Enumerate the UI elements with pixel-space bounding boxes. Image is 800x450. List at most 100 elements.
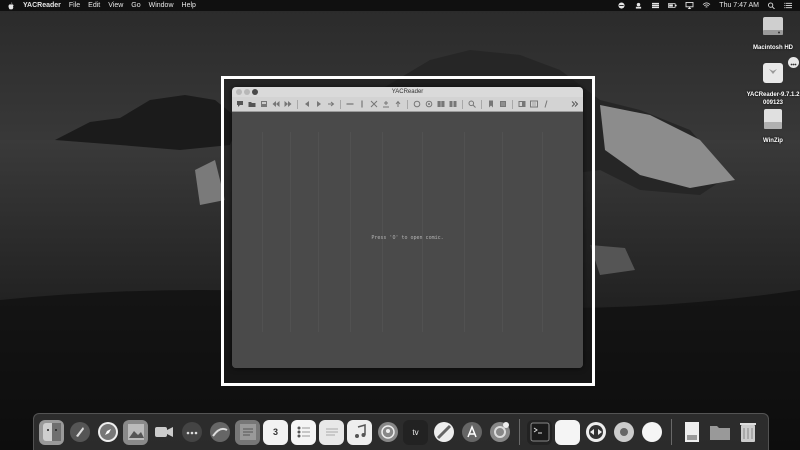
- facetime-icon[interactable]: [151, 420, 176, 445]
- open-comic-icon[interactable]: [235, 99, 245, 109]
- calendar-icon[interactable]: 3: [263, 419, 288, 445]
- open-next-comic-icon[interactable]: [283, 99, 293, 109]
- photo-viewer-icon[interactable]: [123, 419, 148, 445]
- open-previous-comic-icon[interactable]: [271, 99, 281, 109]
- menu-edit[interactable]: Edit: [88, 0, 100, 11]
- podcasts-icon[interactable]: [375, 420, 400, 445]
- bookmarks-list-icon[interactable]: [498, 99, 508, 109]
- desktop-icon-label: Macintosh HD: [752, 45, 793, 51]
- toolbar-separator: [407, 99, 408, 109]
- disk-image-icon: [763, 63, 783, 83]
- go-to-page-icon[interactable]: [326, 99, 336, 109]
- desktop-icon-winzip[interactable]: WinZip: [733, 106, 800, 145]
- rotate-right-icon[interactable]: [424, 99, 434, 109]
- app-store-icon[interactable]: [459, 420, 484, 445]
- chrome-icon[interactable]: [611, 420, 636, 445]
- menu-go[interactable]: Go: [131, 0, 140, 11]
- shortcuts-icon[interactable]: [529, 99, 539, 109]
- spotlight-search-icon[interactable]: [767, 2, 776, 9]
- viewer-texture: [350, 132, 351, 332]
- viewer-texture: [318, 132, 319, 332]
- minimize-window-button[interactable]: [244, 89, 250, 95]
- viewer-texture: [464, 132, 465, 332]
- preview-icon[interactable]: [555, 419, 580, 445]
- messages-icon[interactable]: [179, 420, 204, 445]
- viewer-texture: [290, 132, 291, 332]
- zoom-out-icon[interactable]: [393, 99, 403, 109]
- hard-drive-icon: [763, 17, 783, 35]
- toolbar-separator: [481, 99, 482, 109]
- notification-center-icon[interactable]: [784, 2, 793, 9]
- fit-width-icon[interactable]: [345, 99, 355, 109]
- comic-viewer-area[interactable]: Press 'O' to open comic.: [232, 112, 583, 368]
- toolbar-overflow-icon[interactable]: [570, 99, 580, 109]
- yacreader-icon[interactable]: [639, 420, 664, 445]
- trash-icon[interactable]: [735, 420, 760, 445]
- wifi-icon[interactable]: [702, 2, 711, 9]
- menu-window[interactable]: Window: [149, 0, 174, 11]
- terminal-icon[interactable]: [527, 419, 552, 445]
- next-page-icon[interactable]: [314, 99, 324, 109]
- open-folder-icon[interactable]: [247, 99, 257, 109]
- news-icon[interactable]: [431, 420, 456, 445]
- double-page-icon[interactable]: [436, 99, 446, 109]
- music-icon[interactable]: [347, 419, 372, 445]
- toolbar-separator: [340, 99, 341, 109]
- close-window-button[interactable]: [236, 89, 242, 95]
- rotate-left-icon[interactable]: [412, 99, 422, 109]
- finder-icon[interactable]: [39, 419, 64, 445]
- notes-icon[interactable]: [319, 419, 344, 445]
- manga-mode-icon[interactable]: [448, 99, 458, 109]
- downloads-folder-icon[interactable]: [707, 420, 732, 445]
- airplay-icon[interactable]: [685, 2, 694, 9]
- reminders-icon[interactable]: [291, 419, 316, 445]
- launchpad-icon[interactable]: [67, 420, 92, 445]
- desktop-icon-macintosh-hd[interactable]: Macintosh HD: [733, 13, 800, 52]
- drive-icon: [764, 109, 782, 129]
- zoom-in-icon[interactable]: [381, 99, 391, 109]
- desktop-icon-label: WinZip: [763, 138, 783, 144]
- teamviewer-icon[interactable]: [583, 420, 608, 445]
- side-widget-icon[interactable]: [788, 57, 799, 68]
- toolbar-separator: [462, 99, 463, 109]
- menu-file[interactable]: File: [69, 0, 80, 11]
- flag-icon[interactable]: [651, 2, 660, 9]
- notes-app-icon[interactable]: [235, 419, 260, 445]
- apple-tv-icon[interactable]: tv: [403, 419, 428, 445]
- toolbar-separator: [297, 99, 298, 109]
- dock-separator: [671, 419, 672, 445]
- menu-view[interactable]: View: [108, 0, 123, 11]
- menubar-clock[interactable]: Thu 7:47 AM: [719, 0, 759, 11]
- viewer-texture: [542, 132, 543, 332]
- dock-separator: [519, 419, 520, 445]
- fit-height-icon[interactable]: [357, 99, 367, 109]
- window-titlebar[interactable]: YACReader: [232, 87, 583, 97]
- user-status-icon[interactable]: [634, 2, 643, 9]
- apple-menu-icon[interactable]: [7, 2, 15, 10]
- bookmark-icon[interactable]: [486, 99, 496, 109]
- viewer-texture: [502, 132, 503, 332]
- yacreader-window: YACReader Press 'O' to open comic.: [232, 87, 583, 368]
- reset-fit-icon[interactable]: [369, 99, 379, 109]
- save-image-icon[interactable]: [259, 99, 269, 109]
- maps-icon[interactable]: [207, 420, 232, 445]
- options-icon[interactable]: [541, 99, 551, 109]
- teamviewer-status-icon[interactable]: [617, 2, 626, 9]
- battery-icon[interactable]: [668, 2, 677, 9]
- zoom-window-button[interactable]: [252, 89, 258, 95]
- safari-icon[interactable]: [95, 420, 120, 445]
- menu-app-name[interactable]: YACReader: [23, 0, 61, 11]
- tv-label: tv: [412, 427, 419, 437]
- magnifying-glass-icon[interactable]: [467, 99, 477, 109]
- system-preferences-icon[interactable]: [487, 420, 512, 445]
- viewer-texture: [262, 132, 263, 332]
- comic-info-icon[interactable]: [517, 99, 527, 109]
- viewer-texture: [382, 132, 383, 332]
- previous-page-icon[interactable]: [302, 99, 312, 109]
- calendar-day: 3: [272, 427, 278, 437]
- toolbar-separator: [512, 99, 513, 109]
- reader-toolbar: [232, 97, 583, 112]
- open-comic-hint: Press 'O' to open comic.: [371, 235, 444, 241]
- menu-help[interactable]: Help: [182, 0, 196, 11]
- document-icon[interactable]: [679, 420, 704, 445]
